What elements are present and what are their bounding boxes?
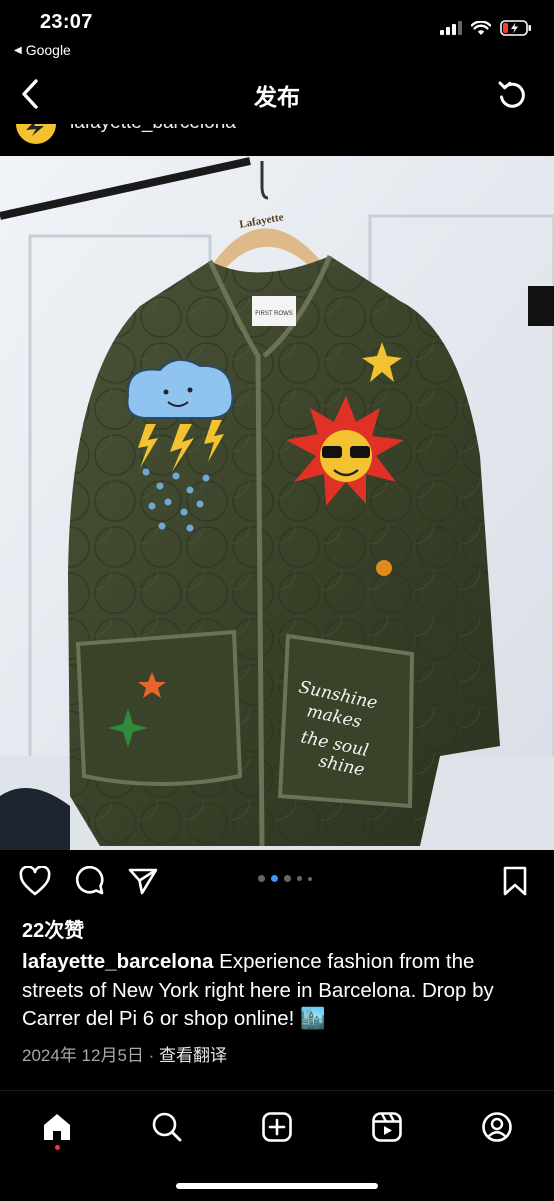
search-icon xyxy=(152,1112,182,1142)
post-actions xyxy=(0,858,554,904)
reels-icon xyxy=(372,1112,402,1142)
tab-reels[interactable] xyxy=(365,1105,409,1149)
profile-icon xyxy=(482,1112,512,1142)
status-time: 23:07 xyxy=(40,11,93,33)
post-photo[interactable]: FIRST ROWS Lafayette Sunshine makes the … xyxy=(0,156,554,850)
like-button[interactable] xyxy=(18,864,52,898)
left-triangle-icon: ◀ xyxy=(14,44,22,56)
post-caption: lafayette_barcelona Experience fashion f… xyxy=(22,948,536,1034)
save-button[interactable] xyxy=(498,864,532,898)
tab-search[interactable] xyxy=(145,1105,189,1149)
tab-home[interactable] xyxy=(35,1105,79,1149)
carousel-dot xyxy=(284,875,291,882)
bookmark-icon xyxy=(503,866,527,896)
share-button[interactable] xyxy=(126,864,160,898)
meta-separator: · xyxy=(148,1046,155,1065)
heart-icon xyxy=(19,866,51,896)
carousel-dot-active xyxy=(271,875,278,882)
status-icons xyxy=(440,20,532,36)
page-title: 发布 xyxy=(254,84,300,110)
likes-count[interactable]: 22次赞 xyxy=(22,914,84,943)
post-date: 2024年 12月5日 xyxy=(22,1046,144,1065)
tab-profile[interactable] xyxy=(475,1105,519,1149)
carousel-dot xyxy=(258,875,265,882)
translate-link[interactable]: 查看翻译 xyxy=(159,1046,227,1065)
jacket-photo: FIRST ROWS Lafayette Sunshine makes the … xyxy=(0,156,554,850)
post-meta: 2024年 12月5日 · 查看翻译 xyxy=(22,1041,227,1066)
caption-username[interactable]: lafayette_barcelona xyxy=(22,950,213,973)
wifi-icon xyxy=(471,20,491,35)
refresh-icon xyxy=(498,81,525,108)
back-app-label: Google xyxy=(25,42,71,58)
status-bar: 23:07 ◀ Google xyxy=(0,0,554,66)
battery-charging-icon xyxy=(500,20,531,36)
carousel-indicator xyxy=(258,875,312,882)
tab-create[interactable] xyxy=(255,1105,299,1149)
signal-icon xyxy=(440,21,462,35)
refresh-button[interactable] xyxy=(492,74,532,114)
collar-label-text: FIRST ROWS xyxy=(255,311,293,317)
plus-square-icon xyxy=(262,1112,292,1142)
send-icon xyxy=(128,868,158,895)
carousel-dot xyxy=(297,876,302,881)
carousel-dot xyxy=(308,876,312,881)
comment-button[interactable] xyxy=(72,864,106,898)
home-indicator[interactable] xyxy=(176,1183,378,1189)
home-notification-dot xyxy=(55,1145,60,1150)
top-nav: 发布 xyxy=(0,66,554,122)
home-icon xyxy=(44,1114,70,1140)
comment-icon xyxy=(75,866,104,895)
back-to-app-link[interactable]: ◀ Google xyxy=(14,42,71,58)
